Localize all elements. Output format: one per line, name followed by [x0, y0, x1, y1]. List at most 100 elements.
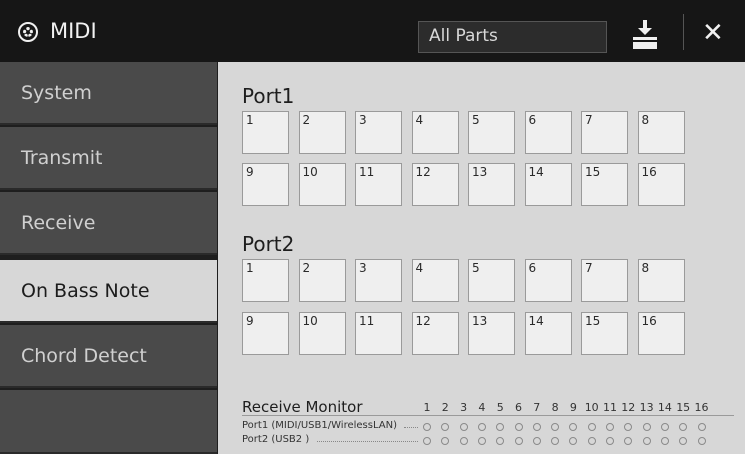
- monitor-led: [532, 437, 541, 445]
- port1-channel-13-button[interactable]: 13: [468, 163, 515, 206]
- monitor-channel-number: 2: [441, 401, 449, 414]
- monitor-led: [551, 423, 560, 431]
- tab-system[interactable]: System: [0, 62, 217, 125]
- monitor-led: [606, 423, 614, 431]
- monitor-led: [624, 437, 633, 445]
- port1-channel-10-button[interactable]: 10: [298, 163, 346, 206]
- tab-chord-detect[interactable]: Chord Detect: [0, 325, 217, 388]
- port2-channel-4-button[interactable]: 4: [411, 259, 459, 302]
- monitor-led: [496, 437, 505, 445]
- port2-channel-6-button[interactable]: 6: [524, 259, 572, 302]
- close-icon[interactable]: ✕: [702, 20, 724, 46]
- monitor-led: [459, 423, 468, 431]
- monitor-leader-line: [404, 427, 418, 428]
- monitor-led: [606, 437, 614, 445]
- monitor-channel-number: 11: [603, 401, 617, 414]
- monitor-led: [423, 423, 431, 431]
- port2-channel-14-button[interactable]: 14: [524, 312, 572, 355]
- port2-channel-7-button[interactable]: 7: [581, 259, 628, 302]
- tab-on-bass-note[interactable]: On Bass Note: [0, 260, 217, 323]
- port2-channel-11-button[interactable]: 11: [355, 312, 402, 355]
- monitor-leader-line: [317, 441, 418, 442]
- port1-channel-14-button[interactable]: 14: [524, 163, 572, 206]
- monitor-channel-number: 4: [478, 401, 486, 414]
- port1-channel-15-button[interactable]: 15: [581, 163, 628, 206]
- port2-channel-3-button[interactable]: 3: [355, 259, 402, 302]
- monitor-channel-number: 10: [584, 401, 599, 414]
- monitor-led: [477, 437, 486, 445]
- monitor-channel-number: 16: [694, 401, 709, 414]
- monitor-channel-number: 7: [533, 401, 541, 414]
- monitor-channel-number: 5: [496, 401, 504, 414]
- monitor-led: [624, 423, 633, 431]
- port1-channel-7-button[interactable]: 7: [581, 111, 628, 154]
- monitor-channel-number: 9: [569, 401, 577, 414]
- monitor-led: [660, 423, 669, 431]
- port2-channel-2-button[interactable]: 2: [298, 259, 346, 302]
- port1-channel-5-button[interactable]: 5: [468, 111, 515, 154]
- monitor-led: [660, 437, 669, 445]
- title-bar: MIDI All Parts ✕: [0, 0, 745, 62]
- tab-receive[interactable]: Receive: [0, 192, 217, 255]
- monitor-led: [679, 437, 688, 445]
- monitor-led: [459, 437, 468, 445]
- monitor-led: [514, 423, 523, 431]
- tab-label: On Bass Note: [21, 279, 150, 302]
- monitor-led: [569, 423, 578, 431]
- monitor-divider: [242, 415, 734, 416]
- port2-channel-8-button[interactable]: 8: [637, 259, 685, 302]
- monitor-led: [679, 423, 688, 431]
- port2-channel-10-button[interactable]: 10: [298, 312, 346, 355]
- monitor-channel-number: 3: [460, 401, 468, 414]
- monitor-led: [569, 437, 578, 445]
- port2-channel-5-button[interactable]: 5: [468, 259, 515, 302]
- tab-label: Chord Detect: [21, 344, 147, 367]
- monitor-led: [697, 437, 706, 445]
- page-title: MIDI: [50, 19, 97, 43]
- monitor-channel-number: 15: [676, 401, 691, 414]
- monitor-led: [697, 423, 706, 431]
- monitor-led: [477, 423, 486, 431]
- port1-channel-6-button[interactable]: 6: [524, 111, 572, 154]
- monitor-led: [551, 437, 560, 445]
- parts-select[interactable]: All Parts: [418, 21, 607, 53]
- monitor-led: [496, 423, 505, 431]
- title-separator: [683, 14, 684, 50]
- port2-channel-13-button[interactable]: 13: [468, 312, 515, 355]
- monitor-led: [587, 423, 596, 431]
- monitor-channel-number: 8: [551, 401, 559, 414]
- tab-transmit[interactable]: Transmit: [0, 127, 217, 190]
- port2-channel-16-button[interactable]: 16: [637, 312, 685, 355]
- download-icon[interactable]: [632, 20, 658, 50]
- port1-channel-1-button[interactable]: 1: [242, 111, 289, 154]
- monitor-led: [514, 437, 523, 445]
- main-content: Port1 1 2 3 4 5 6 7 8 9 10 11 12 13 14 15 16 Port2 1234…: [218, 62, 745, 454]
- monitor-channel-number: 12: [621, 401, 636, 414]
- port2-channel-1-button[interactable]: 1: [242, 259, 289, 302]
- port1-channel-4-button[interactable]: 4: [411, 111, 459, 154]
- port1-channel-12-button[interactable]: 12: [411, 163, 459, 206]
- port1-label: Port1: [242, 84, 295, 108]
- monitor-led: [642, 423, 651, 431]
- port2-label: Port2: [242, 232, 295, 256]
- port1-channel-16-button[interactable]: 16: [637, 163, 685, 206]
- monitor-led: [441, 437, 450, 445]
- port1-channel-9-button[interactable]: 9: [242, 163, 289, 206]
- monitor-channel-number: 14: [657, 401, 672, 414]
- monitor-led: [441, 423, 450, 431]
- monitor-channel-number: 1: [423, 401, 431, 414]
- monitor-led: [423, 437, 431, 445]
- tab-label: Receive: [21, 211, 96, 234]
- monitor-row-label: Port1 (MIDI/USB1/WirelessLAN): [242, 420, 397, 431]
- midi-icon: [18, 22, 38, 42]
- monitor-channel-number: 13: [639, 401, 654, 414]
- port1-channel-3-button[interactable]: 3: [355, 111, 402, 154]
- monitor-led: [532, 423, 541, 431]
- port1-channel-11-button[interactable]: 11: [355, 163, 402, 206]
- port2-channel-12-button[interactable]: 12: [411, 312, 459, 355]
- port1-channel-2-button[interactable]: 2: [298, 111, 346, 154]
- sidebar-empty-slot: [0, 390, 217, 454]
- port1-channel-8-button[interactable]: 8: [637, 111, 685, 154]
- port2-channel-9-button[interactable]: 9: [242, 312, 289, 355]
- port2-channel-15-button[interactable]: 15: [581, 312, 628, 355]
